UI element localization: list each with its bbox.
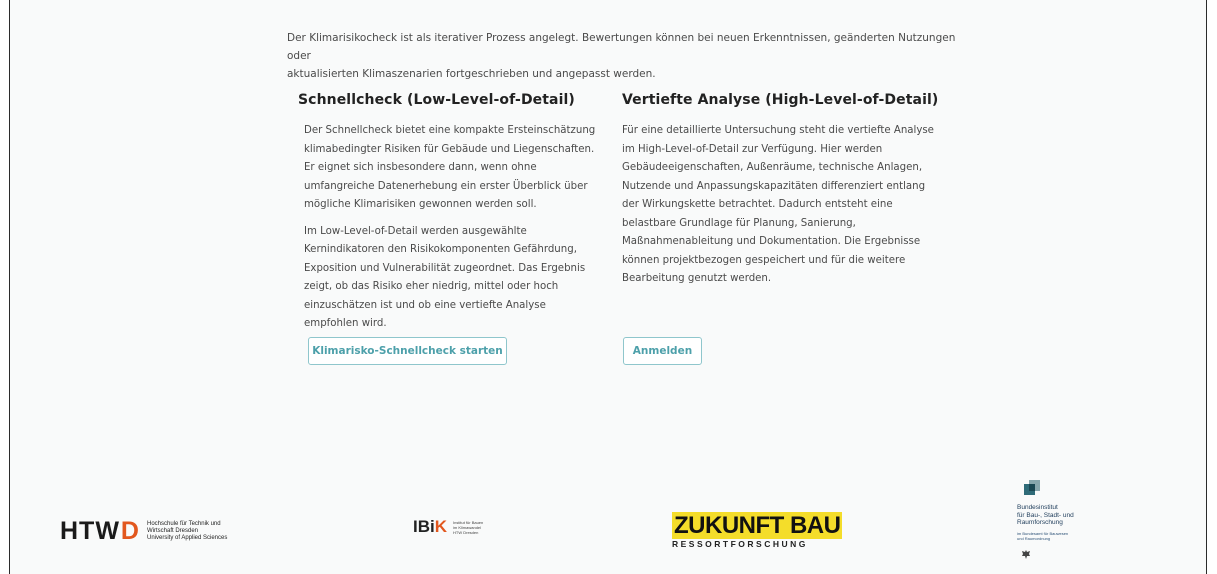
bbsr-logo: Bundesinstitut für Bau-, Stadt- und Raum…	[1017, 480, 1127, 563]
htw-caption-line-2: Wirtschaft Dresden	[146, 528, 198, 534]
ibik-caption: Institut für Bauen im Klimawandel HTW Dr…	[453, 520, 483, 535]
htw-caption-line-3: University of Applied Sciences	[146, 535, 228, 541]
zukunft-bau-logo: ZUKUNFT BAU RESSORTFORSCHUNG	[672, 512, 843, 549]
intro-line-1: Der Klimarisikocheck ist als iterativer …	[287, 32, 956, 62]
intro-line-2: aktualisierten Klimaszenarien fortgeschr…	[287, 68, 656, 80]
bbsr-subtitle: im Bundesamt für Bauwesen und Raumordnun…	[1017, 531, 1127, 541]
login-button[interactable]: Anmelden	[623, 337, 702, 365]
htw-wordmark: HTW	[60, 517, 120, 545]
ibik-logo: IBiK Institut für Bauen im Klimawandel H…	[413, 517, 483, 537]
bbsr-title: Bundesinstitut für Bau-, Stadt- und Raum…	[1017, 504, 1127, 527]
schnellcheck-section: Schnellcheck (Low-Level-of-Detail) Der S…	[298, 92, 603, 342]
zukunft-bau-sub: RESSORTFORSCHUNG	[672, 539, 808, 549]
ibik-wordmark-text: IBi	[413, 517, 435, 536]
bbsr-title-line-1: Bundesinstitut	[1017, 504, 1058, 511]
zukunft-bau-wordmark: ZUKUNFT BAU	[672, 512, 843, 539]
vertiefte-analyse-section: Vertiefte Analyse (High-Level-of-Detail)…	[622, 92, 942, 297]
partner-logos: HTW D Hochschule für Technik und Wirtsch…	[0, 470, 1217, 574]
bbsr-square-icon	[1024, 480, 1040, 496]
zukunft-bau-main: ZUKUNFT BAU	[672, 512, 843, 539]
federal-eagle-icon	[1021, 549, 1127, 563]
htw-d-mark: D	[120, 517, 139, 545]
schnellcheck-paragraph-1: Der Schnellcheck bietet eine kompakte Er…	[304, 125, 596, 210]
schnellcheck-title: Schnellcheck (Low-Level-of-Detail)	[298, 92, 575, 108]
htw-dresden-logo: HTW D Hochschule für Technik und Wirtsch…	[60, 517, 227, 546]
schnellcheck-paragraph-2: Im Low-Level-of-Detail werden ausgewählt…	[304, 225, 586, 330]
ibik-caption-line-2: im Klimawandel	[453, 524, 482, 530]
htw-caption: Hochschule für Technik und Wirtschaft Dr…	[147, 521, 227, 542]
start-schnellcheck-button[interactable]: Klimarisko-Schnellcheck starten	[308, 337, 507, 365]
intro-text: Der Klimarisikocheck ist als iterativer …	[287, 29, 967, 83]
ibik-k-mark: K	[434, 517, 448, 536]
vertiefte-analyse-title: Vertiefte Analyse (High-Level-of-Detail)	[622, 92, 939, 108]
vertiefte-analyse-paragraph: Für eine detaillierte Untersuchung steht…	[622, 125, 934, 284]
ibik-caption-line-1: Institut für Bauen	[453, 519, 484, 525]
bbsr-title-line-3: Raumforschung	[1017, 519, 1063, 526]
bbsr-title-line-2: für Bau-, Stadt- und	[1017, 511, 1074, 519]
bbsr-sub-line-2: und Raumordnung	[1017, 535, 1051, 541]
ibik-caption-line-3: HTW Dresden	[453, 529, 479, 535]
htw-caption-line-1: Hochschule für Technik und	[146, 521, 221, 527]
ibik-wordmark: IBiK	[413, 517, 447, 537]
